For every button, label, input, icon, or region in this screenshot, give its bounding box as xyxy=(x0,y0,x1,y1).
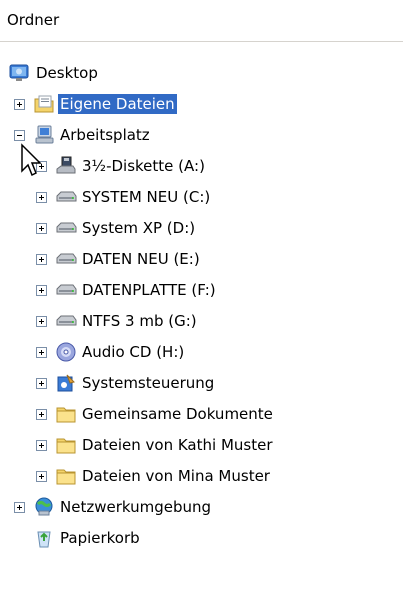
expand-icon[interactable] xyxy=(36,285,47,296)
tree-item-dateien-mina[interactable]: Dateien von Mina Muster xyxy=(0,461,403,491)
panel-header: Ordner xyxy=(0,0,403,42)
tree-item-arbeitsplatz[interactable]: Arbeitsplatz xyxy=(0,120,403,150)
expand-icon[interactable] xyxy=(14,99,25,110)
hard-drive-icon xyxy=(56,315,77,326)
folder-icon xyxy=(56,438,76,454)
tree-item-gemeinsame-dokumente[interactable]: Gemeinsame Dokumente xyxy=(0,399,403,429)
tree-item-label: System XP (D:) xyxy=(82,219,196,237)
tree-item-drive-c[interactable]: SYSTEM NEU (C:) xyxy=(0,182,403,212)
my-documents-icon xyxy=(34,95,54,113)
tree-item-papierkorb[interactable]: Papierkorb xyxy=(0,523,403,553)
hard-drive-icon xyxy=(56,253,77,264)
mouse-pointer-icon xyxy=(21,143,42,177)
tree-item-label: NTFS 3 mb (G:) xyxy=(82,312,197,330)
tree-item-label: Audio CD (H:) xyxy=(82,343,185,361)
tree-item-label: Papierkorb xyxy=(60,529,140,547)
expand-icon[interactable] xyxy=(36,378,47,389)
panel-title: Ordner xyxy=(7,11,60,29)
tree-item-drive-g[interactable]: NTFS 3 mb (G:) xyxy=(0,306,403,336)
tree-item-eigene-dateien[interactable]: Eigene Dateien xyxy=(0,89,403,119)
tree-item-drive-a[interactable]: 3½-Diskette (A:) xyxy=(0,151,403,181)
tree-item-label: Systemsteuerung xyxy=(82,374,215,392)
collapse-icon[interactable] xyxy=(14,130,25,141)
tree-item-drive-e[interactable]: DATEN NEU (E:) xyxy=(0,244,403,274)
hard-drive-icon xyxy=(56,191,77,202)
recycle-bin-icon xyxy=(37,531,51,548)
expand-icon[interactable] xyxy=(36,192,47,203)
expand-icon[interactable] xyxy=(36,440,47,451)
floppy-drive-icon xyxy=(56,156,76,174)
tree-item-drive-f[interactable]: DATENPLATTE (F:) xyxy=(0,275,403,305)
tree-item-systemsteuerung[interactable]: Systemsteuerung xyxy=(0,368,403,398)
tree-item-label: Eigene Dateien xyxy=(58,94,177,114)
tree-item-desktop[interactable]: Desktop xyxy=(0,58,403,88)
expand-icon[interactable] xyxy=(36,316,47,327)
hard-drive-icon xyxy=(56,222,77,233)
expand-icon[interactable] xyxy=(36,471,47,482)
hard-drive-icon xyxy=(56,284,77,295)
tree-item-label: SYSTEM NEU (C:) xyxy=(82,188,211,206)
tree-item-netzwerkumgebung[interactable]: Netzwerkumgebung xyxy=(0,492,403,522)
folder-icon xyxy=(56,407,76,423)
network-icon xyxy=(35,497,53,516)
tree-item-label: Dateien von Mina Muster xyxy=(82,467,270,485)
control-panel-icon xyxy=(57,374,75,392)
tree-item-label: Arbeitsplatz xyxy=(60,126,150,144)
desktop-icon xyxy=(9,64,29,81)
tree-item-drive-h[interactable]: Audio CD (H:) xyxy=(0,337,403,367)
expand-icon[interactable] xyxy=(14,502,25,513)
expand-icon[interactable] xyxy=(36,409,47,420)
tree-item-label: Gemeinsame Dokumente xyxy=(82,405,273,423)
tree-item-drive-d[interactable]: System XP (D:) xyxy=(0,213,403,243)
tree-item-label: 3½-Diskette (A:) xyxy=(82,157,205,175)
tree-item-label: DATEN NEU (E:) xyxy=(82,250,200,268)
tree-item-dateien-kathi[interactable]: Dateien von Kathi Muster xyxy=(0,430,403,460)
tree-item-label: Netzwerkumgebung xyxy=(60,498,212,516)
expand-icon[interactable] xyxy=(36,223,47,234)
cd-drive-icon xyxy=(56,342,76,362)
tree-item-label: Desktop xyxy=(36,64,98,82)
expand-icon[interactable] xyxy=(36,347,47,358)
tree-item-label: DATENPLATTE (F:) xyxy=(82,281,216,299)
expand-icon[interactable] xyxy=(36,254,47,265)
folder-icon xyxy=(56,469,76,485)
tree-item-label: Dateien von Kathi Muster xyxy=(82,436,273,454)
